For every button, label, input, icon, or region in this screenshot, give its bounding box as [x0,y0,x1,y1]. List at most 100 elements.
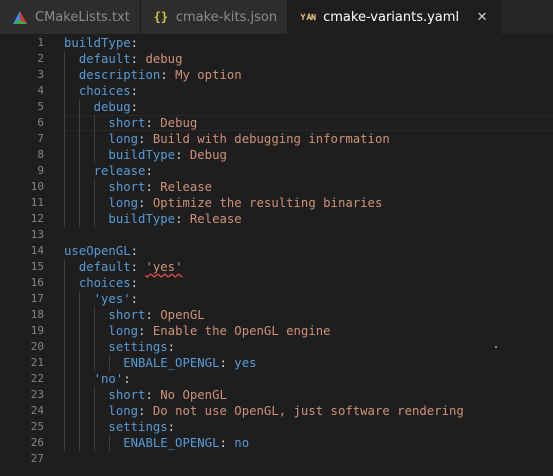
code-text: buildType: Release [64,211,242,227]
code-text: debug: [64,99,138,115]
code-line[interactable]: 4 choices: [0,83,553,99]
code-line[interactable]: 5 debug: [0,99,553,115]
yaml-key: release [93,164,146,178]
code-line[interactable]: 23 short: No OpenGL [0,387,553,403]
yaml-key: buildType [64,36,131,50]
code-line[interactable]: 3 description: My option [0,67,553,83]
yaml-value: Release [189,212,242,226]
line-number: 1 [37,36,44,49]
code-text: 'no': [64,371,131,387]
line-number: 10 [30,180,44,193]
code-line[interactable]: 10 short: Release [0,179,553,195]
code-line[interactable]: 12 buildType: Release [0,211,553,227]
punctuation: : [167,340,176,354]
yaml-key: long [108,324,139,338]
punctuation [64,52,79,66]
punctuation: : [130,84,139,98]
close-icon[interactable]: ✕ [474,10,490,25]
code-line[interactable]: 24 long: Do not use OpenGL, just softwar… [0,403,553,419]
yaml-key: choices [78,84,131,98]
yaml-key: 'no' [93,372,124,386]
code-text: description: My option [64,67,242,83]
line-number: 4 [37,84,44,97]
code-line[interactable]: 1 buildType: [0,35,553,51]
code-text: 'yes': [64,291,138,307]
code-text: useOpenGL: [64,243,138,259]
tab-cmakelists[interactable]: CMakeLists.txt [0,0,141,34]
code-line[interactable]: 17 'yes': [0,291,553,307]
code-line[interactable]: 7 long: Build with debugging information [0,131,553,147]
line-number: 21 [30,356,44,369]
code-line[interactable]: 8 buildType: Debug [0,147,553,163]
punctuation: : [130,100,139,114]
yaml-icon [300,10,316,24]
yaml-key: short [108,116,146,130]
code-text: settings: [64,419,175,435]
yaml-key: yes [234,356,257,370]
code-line[interactable]: 27 [0,451,553,467]
yaml-key: ENABLE_OPENGL [123,436,220,450]
yaml-value: OpenGL [160,308,205,322]
punctuation: : [219,356,235,370]
line-number: 22 [30,372,44,385]
line-number: 15 [30,260,44,273]
punctuation [64,100,94,114]
code-line[interactable]: 14 useOpenGL: [0,243,553,259]
line-number: 5 [37,100,44,113]
cursor-dot [495,346,497,348]
code-line[interactable]: 19 long: Enable the OpenGL engine [0,323,553,339]
punctuation: : [145,308,161,322]
code-line[interactable]: 16 choices: [0,275,553,291]
code-line[interactable]: 9 release: [0,163,553,179]
punctuation: : [138,196,153,210]
punctuation: : [130,260,146,274]
punctuation [64,196,108,210]
code-line[interactable]: 13 [0,227,553,243]
punctuation: : [130,52,146,66]
tab-cmake-variants[interactable]: cmake-variants.yaml ✕ [288,0,502,34]
code-line[interactable]: 22 'no': [0,371,553,387]
code-line[interactable]: 26 ENABLE_OPENGL: no [0,435,553,451]
tab-cmake-kits[interactable]: {} cmake-kits.json [140,0,289,34]
yaml-key: long [108,132,139,146]
punctuation [64,84,79,98]
punctuation: : [145,180,161,194]
punctuation [64,212,108,226]
code-line[interactable]: 18 short: OpenGL [0,307,553,323]
yaml-value: 'yes' [145,260,183,274]
punctuation: : [130,36,139,50]
yaml-key: buildType [108,148,176,162]
code-line[interactable]: 25 settings: [0,419,553,435]
yaml-key: buildType [108,212,176,226]
code-text: release: [64,163,153,179]
line-number: 24 [30,404,44,417]
line-number: 27 [30,452,44,465]
code-line[interactable]: 2 default: debug [0,51,553,67]
line-number: 6 [37,116,44,129]
code-text: long: Optimize the resulting binaries [64,195,382,211]
code-text: short: Release [64,179,212,195]
code-editor[interactable]: 1 buildType: 2 default: debug 3 description… [0,34,553,476]
code-text: default: 'yes' [64,259,183,275]
yaml-key: settings [108,420,168,434]
line-number: 9 [37,164,44,177]
punctuation: : [130,292,139,306]
punctuation: : [219,436,235,450]
code-line[interactable]: 11 long: Optimize the resulting binaries [0,195,553,211]
line-number: 18 [30,308,44,321]
punctuation [64,292,94,306]
yaml-value: Do not use OpenGL, just software renderi… [152,404,464,418]
code-line[interactable]: 21 ENBALE_OPENGL: yes [0,355,553,371]
punctuation: : [130,276,139,290]
code-line[interactable]: 20 settings: [0,339,553,355]
line-number: 7 [37,132,44,145]
yaml-key: short [108,180,146,194]
code-line[interactable]: 15 default: 'yes' [0,259,553,275]
code-text: default: debug [64,51,183,67]
punctuation [64,116,108,130]
yaml-key: long [108,404,139,418]
code-line[interactable]: 6 short: Debug [0,115,553,131]
punctuation: : [123,372,131,386]
yaml-key: choices [78,276,131,290]
yaml-key: 'yes' [93,292,131,306]
